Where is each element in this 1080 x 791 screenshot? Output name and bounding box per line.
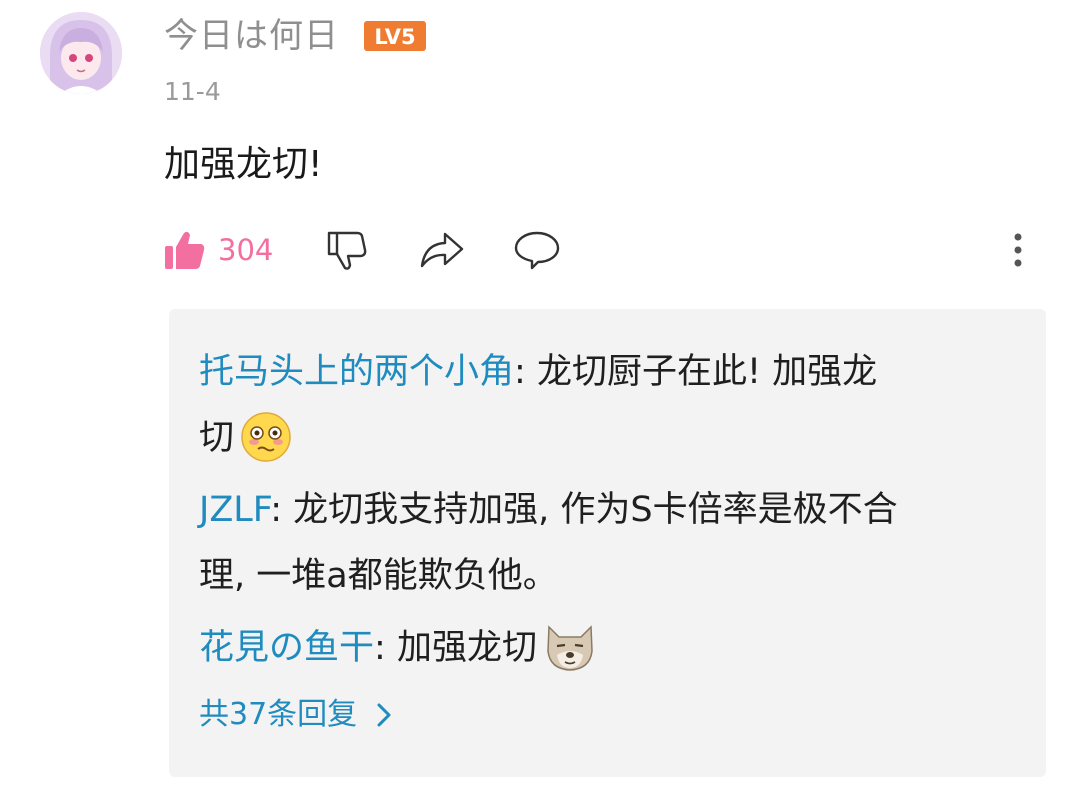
comment-action-bar: 304 — [0, 215, 1080, 285]
share-icon — [420, 232, 464, 268]
reply-separator: : — [374, 628, 397, 668]
reply-item: JZLF: 龙切我支持加强, 作为S卡倍率是极不合 — [199, 477, 898, 543]
comment-username[interactable]: 今日は何日 — [164, 14, 339, 58]
view-all-replies-link[interactable]: 共37条回复 — [199, 693, 399, 737]
dislike-button[interactable] — [325, 215, 369, 285]
reply-item: 托马头上的两个小角: 龙切厨子在此! 加强龙 — [199, 339, 877, 405]
level-badge-icon: LV5 — [364, 21, 426, 51]
reply-text: 切 — [199, 418, 235, 458]
more-options-button[interactable] — [1006, 215, 1030, 285]
like-count: 304 — [218, 233, 274, 267]
like-button[interactable]: 304 — [164, 215, 273, 285]
reply-text: 龙切厨子在此! 加强龙 — [536, 352, 878, 392]
reply-separator: : — [270, 490, 294, 530]
reply-author[interactable]: 托马头上的两个小角 — [199, 352, 514, 392]
reply-button[interactable] — [513, 215, 561, 285]
chevron-right-icon — [377, 703, 391, 727]
comment-text: 加强龙切! — [164, 144, 323, 185]
reply-text: 理, 一堆a都能欺负他。 — [199, 556, 558, 596]
avatar[interactable] — [40, 12, 122, 94]
reply-author[interactable]: 花見の鱼干 — [199, 628, 374, 668]
level-badge-text: LV5 — [374, 25, 415, 49]
reply-text: 龙切我支持加强, 作为S卡倍率是极不合 — [293, 490, 898, 530]
reply-item-continued: 切 — [199, 405, 292, 485]
thumbs-up-icon — [165, 231, 205, 269]
more-vertical-icon — [1014, 233, 1022, 267]
thumbs-down-icon — [327, 231, 367, 270]
replies-preview: 托马头上的两个小角: 龙切厨子在此! 加强龙 切 JZLF: 龙切我支持加强, … — [169, 309, 1046, 777]
reply-count-label: 共37条回复 — [199, 697, 358, 732]
reply-item-continued: 理, 一堆a都能欺负他。 — [199, 543, 558, 609]
comment-icon — [514, 231, 560, 270]
reply-separator: : — [514, 352, 537, 392]
flushed-face-emoji — [240, 411, 292, 485]
reply-item: 花見の鱼干: 加强龙切 — [199, 615, 597, 695]
comment-date: 11-4 — [164, 77, 221, 106]
reply-author[interactable]: JZLF — [199, 490, 270, 530]
avatar-image — [40, 12, 122, 94]
reply-text: 加强龙切 — [396, 628, 537, 668]
share-button[interactable] — [419, 215, 465, 285]
shiba-dog-emoji — [543, 621, 597, 695]
